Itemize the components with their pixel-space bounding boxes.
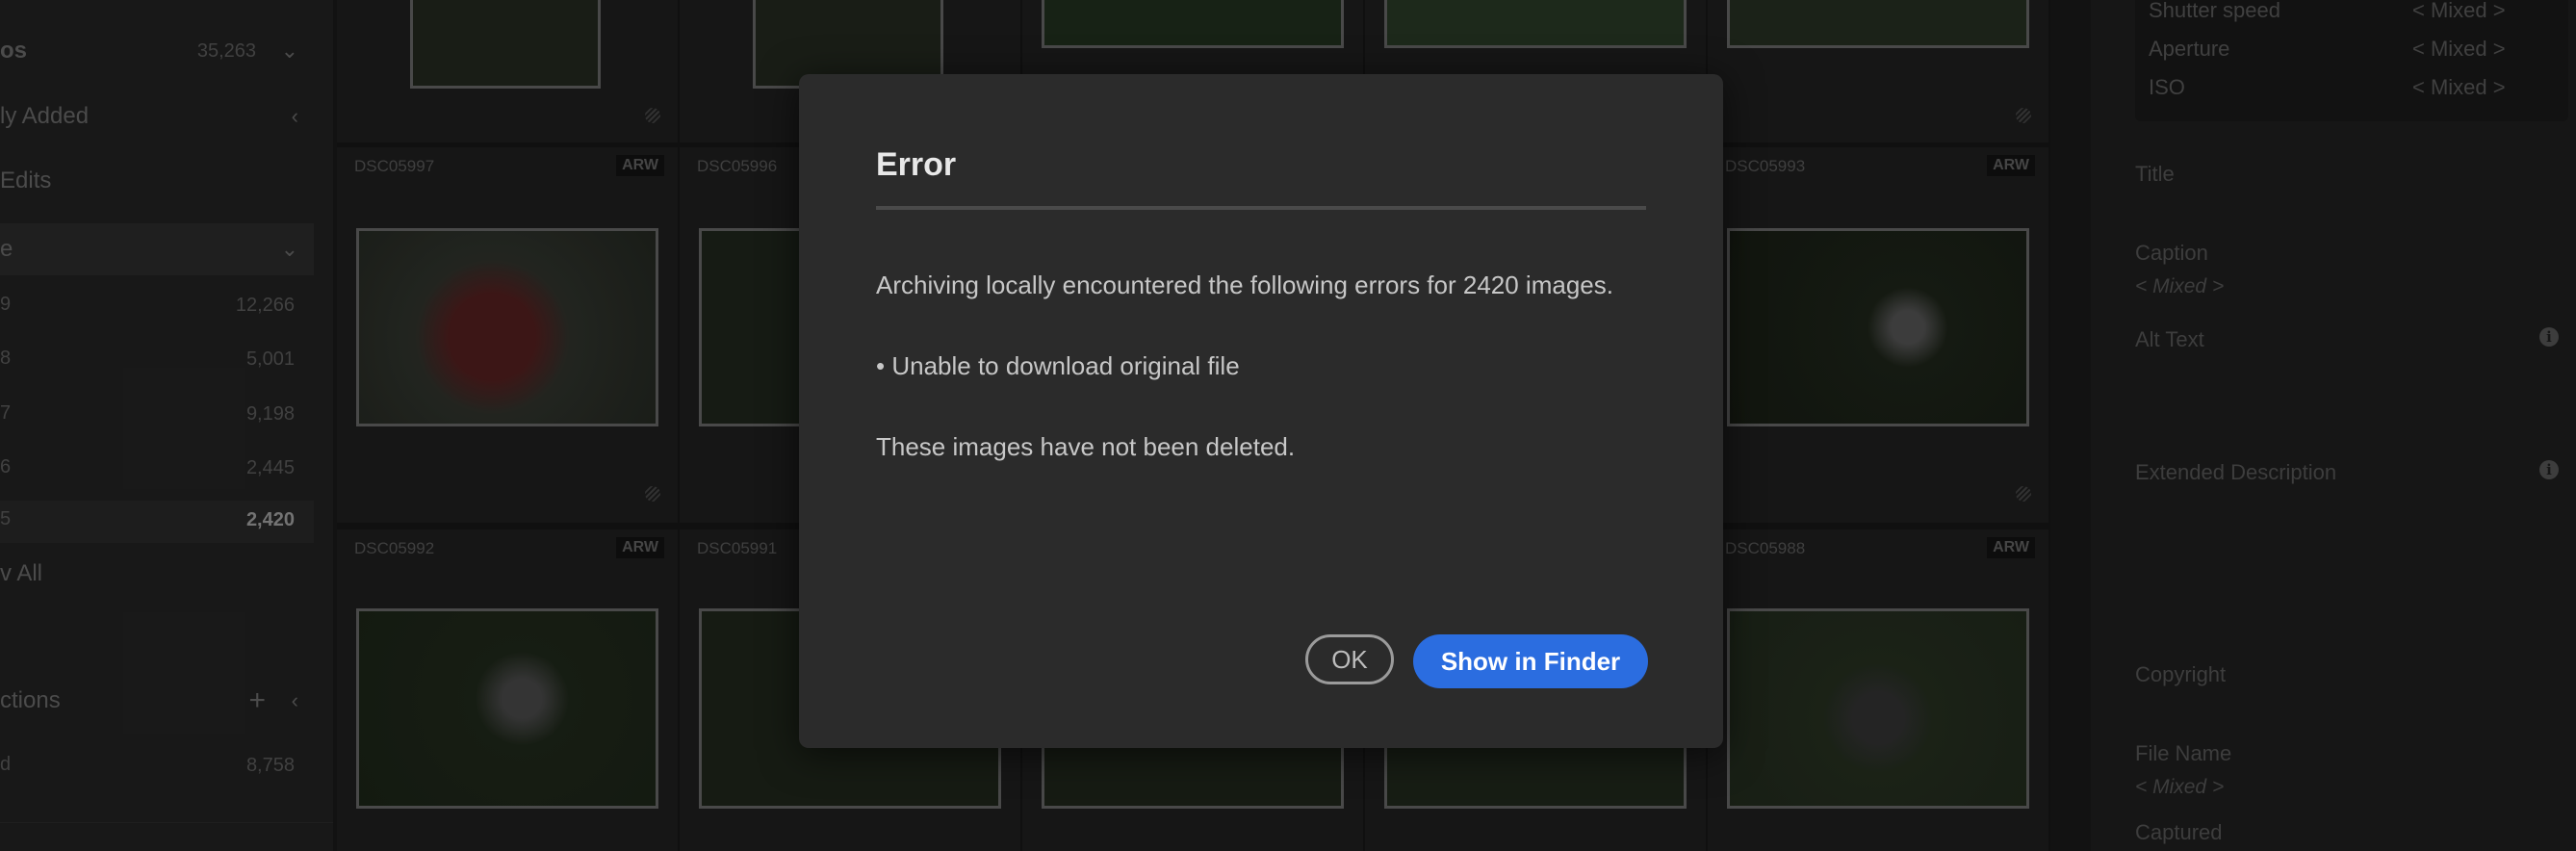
error-dialog: Error Archiving locally encountered the … <box>799 74 1723 748</box>
show-in-finder-button[interactable]: Show in Finder <box>1413 634 1648 688</box>
dialog-message: Archiving locally encountered the follow… <box>876 271 1613 299</box>
dialog-divider <box>876 206 1646 210</box>
dialog-error-bullet: • Unable to download original file <box>876 351 1240 380</box>
ok-button[interactable]: OK <box>1305 634 1394 684</box>
dialog-note: These images have not been deleted. <box>876 432 1296 461</box>
dialog-title: Error <box>876 146 957 183</box>
